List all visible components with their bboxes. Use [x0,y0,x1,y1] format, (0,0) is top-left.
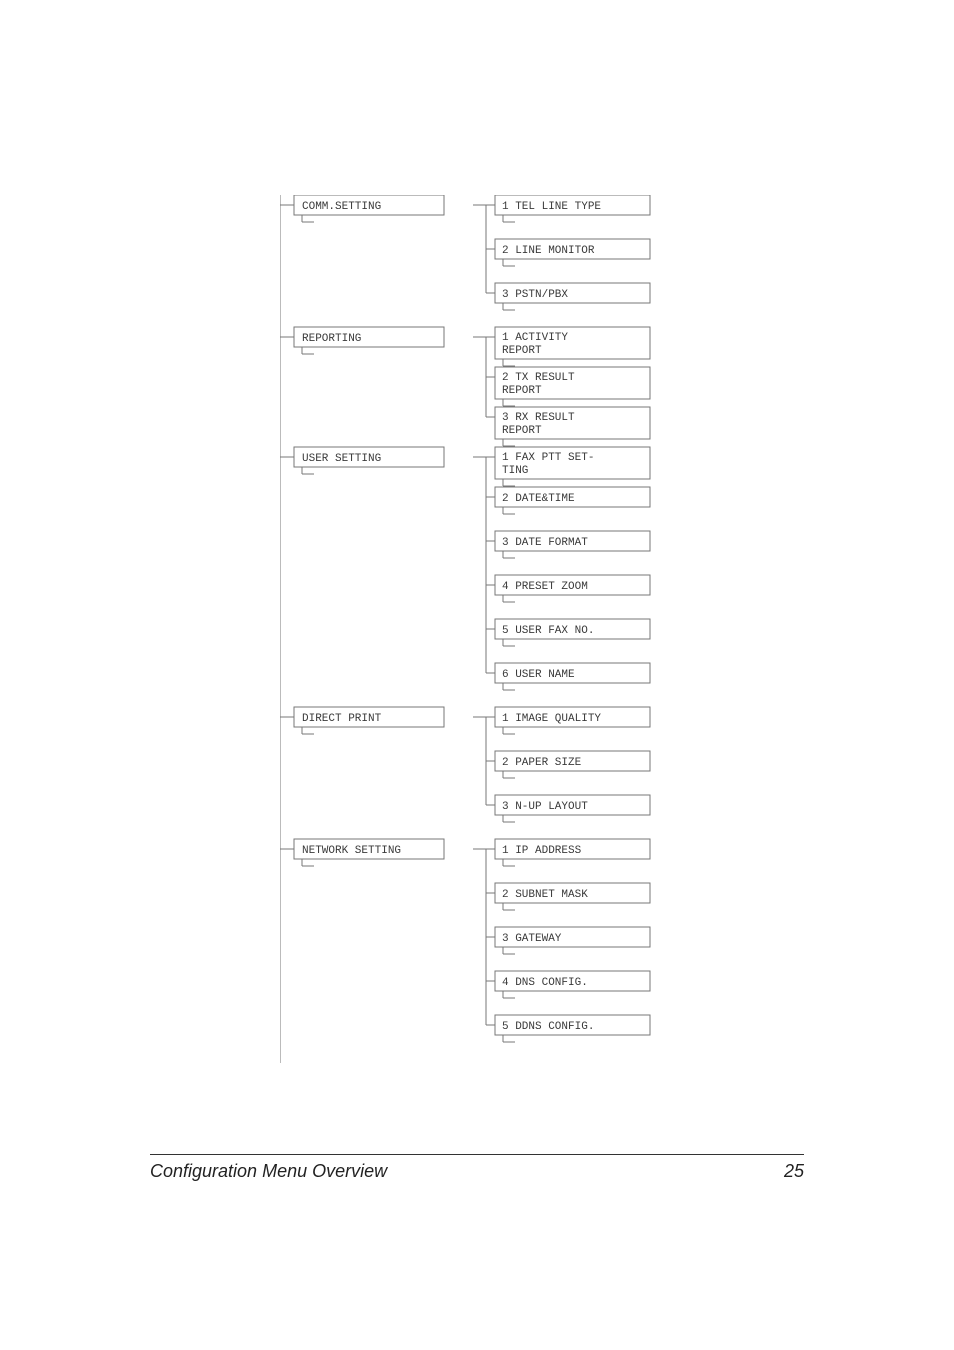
child-tel-line-type: 1 TEL LINE TYPE [502,201,601,213]
child-line-monitor: 2 LINE MONITOR [502,245,595,257]
child-dns-config: 4 DNS CONFIG. [502,977,588,989]
parent-comm-setting: COMM.SETTING [302,201,381,213]
child-user-fax-no: 5 USER FAX NO. [502,625,594,637]
child-tx-result-l1: 2 TX RESULT [502,372,575,384]
child-datetime: 2 DATE&TIME [502,493,575,505]
footer-title: Configuration Menu Overview [150,1161,387,1182]
menu-tree-diagram: COMM.SETTING REPORTING USER SETTING DIRE… [280,195,700,1085]
child-activity-report-l2: REPORT [502,345,542,357]
child-gateway: 3 GATEWAY [502,933,562,945]
child-image-quality: 1 IMAGE QUALITY [502,713,601,725]
parent-network-setting: NETWORK SETTING [302,845,401,857]
parent-direct-print: DIRECT PRINT [302,713,382,725]
child-subnet-mask: 2 SUBNET MASK [502,889,588,901]
footer-page-number: 25 [784,1161,804,1182]
child-paper-size: 2 PAPER SIZE [502,757,582,769]
child-fax-ptt-l1: 1 FAX PTT SET- [502,452,594,464]
child-ddns-config: 5 DDNS CONFIG. [502,1021,594,1033]
child-tx-result-l2: REPORT [502,385,542,397]
child-date-format: 3 DATE FORMAT [502,537,588,549]
child-user-name: 6 USER NAME [502,669,575,681]
child-preset-zoom: 4 PRESET ZOOM [502,581,588,593]
child-pstn-pbx: 3 PSTN/PBX [502,289,568,301]
child-nup-layout: 3 N-UP LAYOUT [502,801,588,813]
parent-reporting: REPORTING [302,333,361,345]
child-rx-result-l1: 3 RX RESULT [502,412,575,424]
child-fax-ptt-l2: TING [502,465,528,477]
child-activity-report-l1: 1 ACTIVITY [502,332,568,344]
child-rx-result-l2: REPORT [502,425,542,437]
child-ip-address: 1 IP ADDRESS [502,845,582,857]
parent-user-setting: USER SETTING [302,453,381,465]
page-footer: Configuration Menu Overview 25 [150,1154,804,1182]
